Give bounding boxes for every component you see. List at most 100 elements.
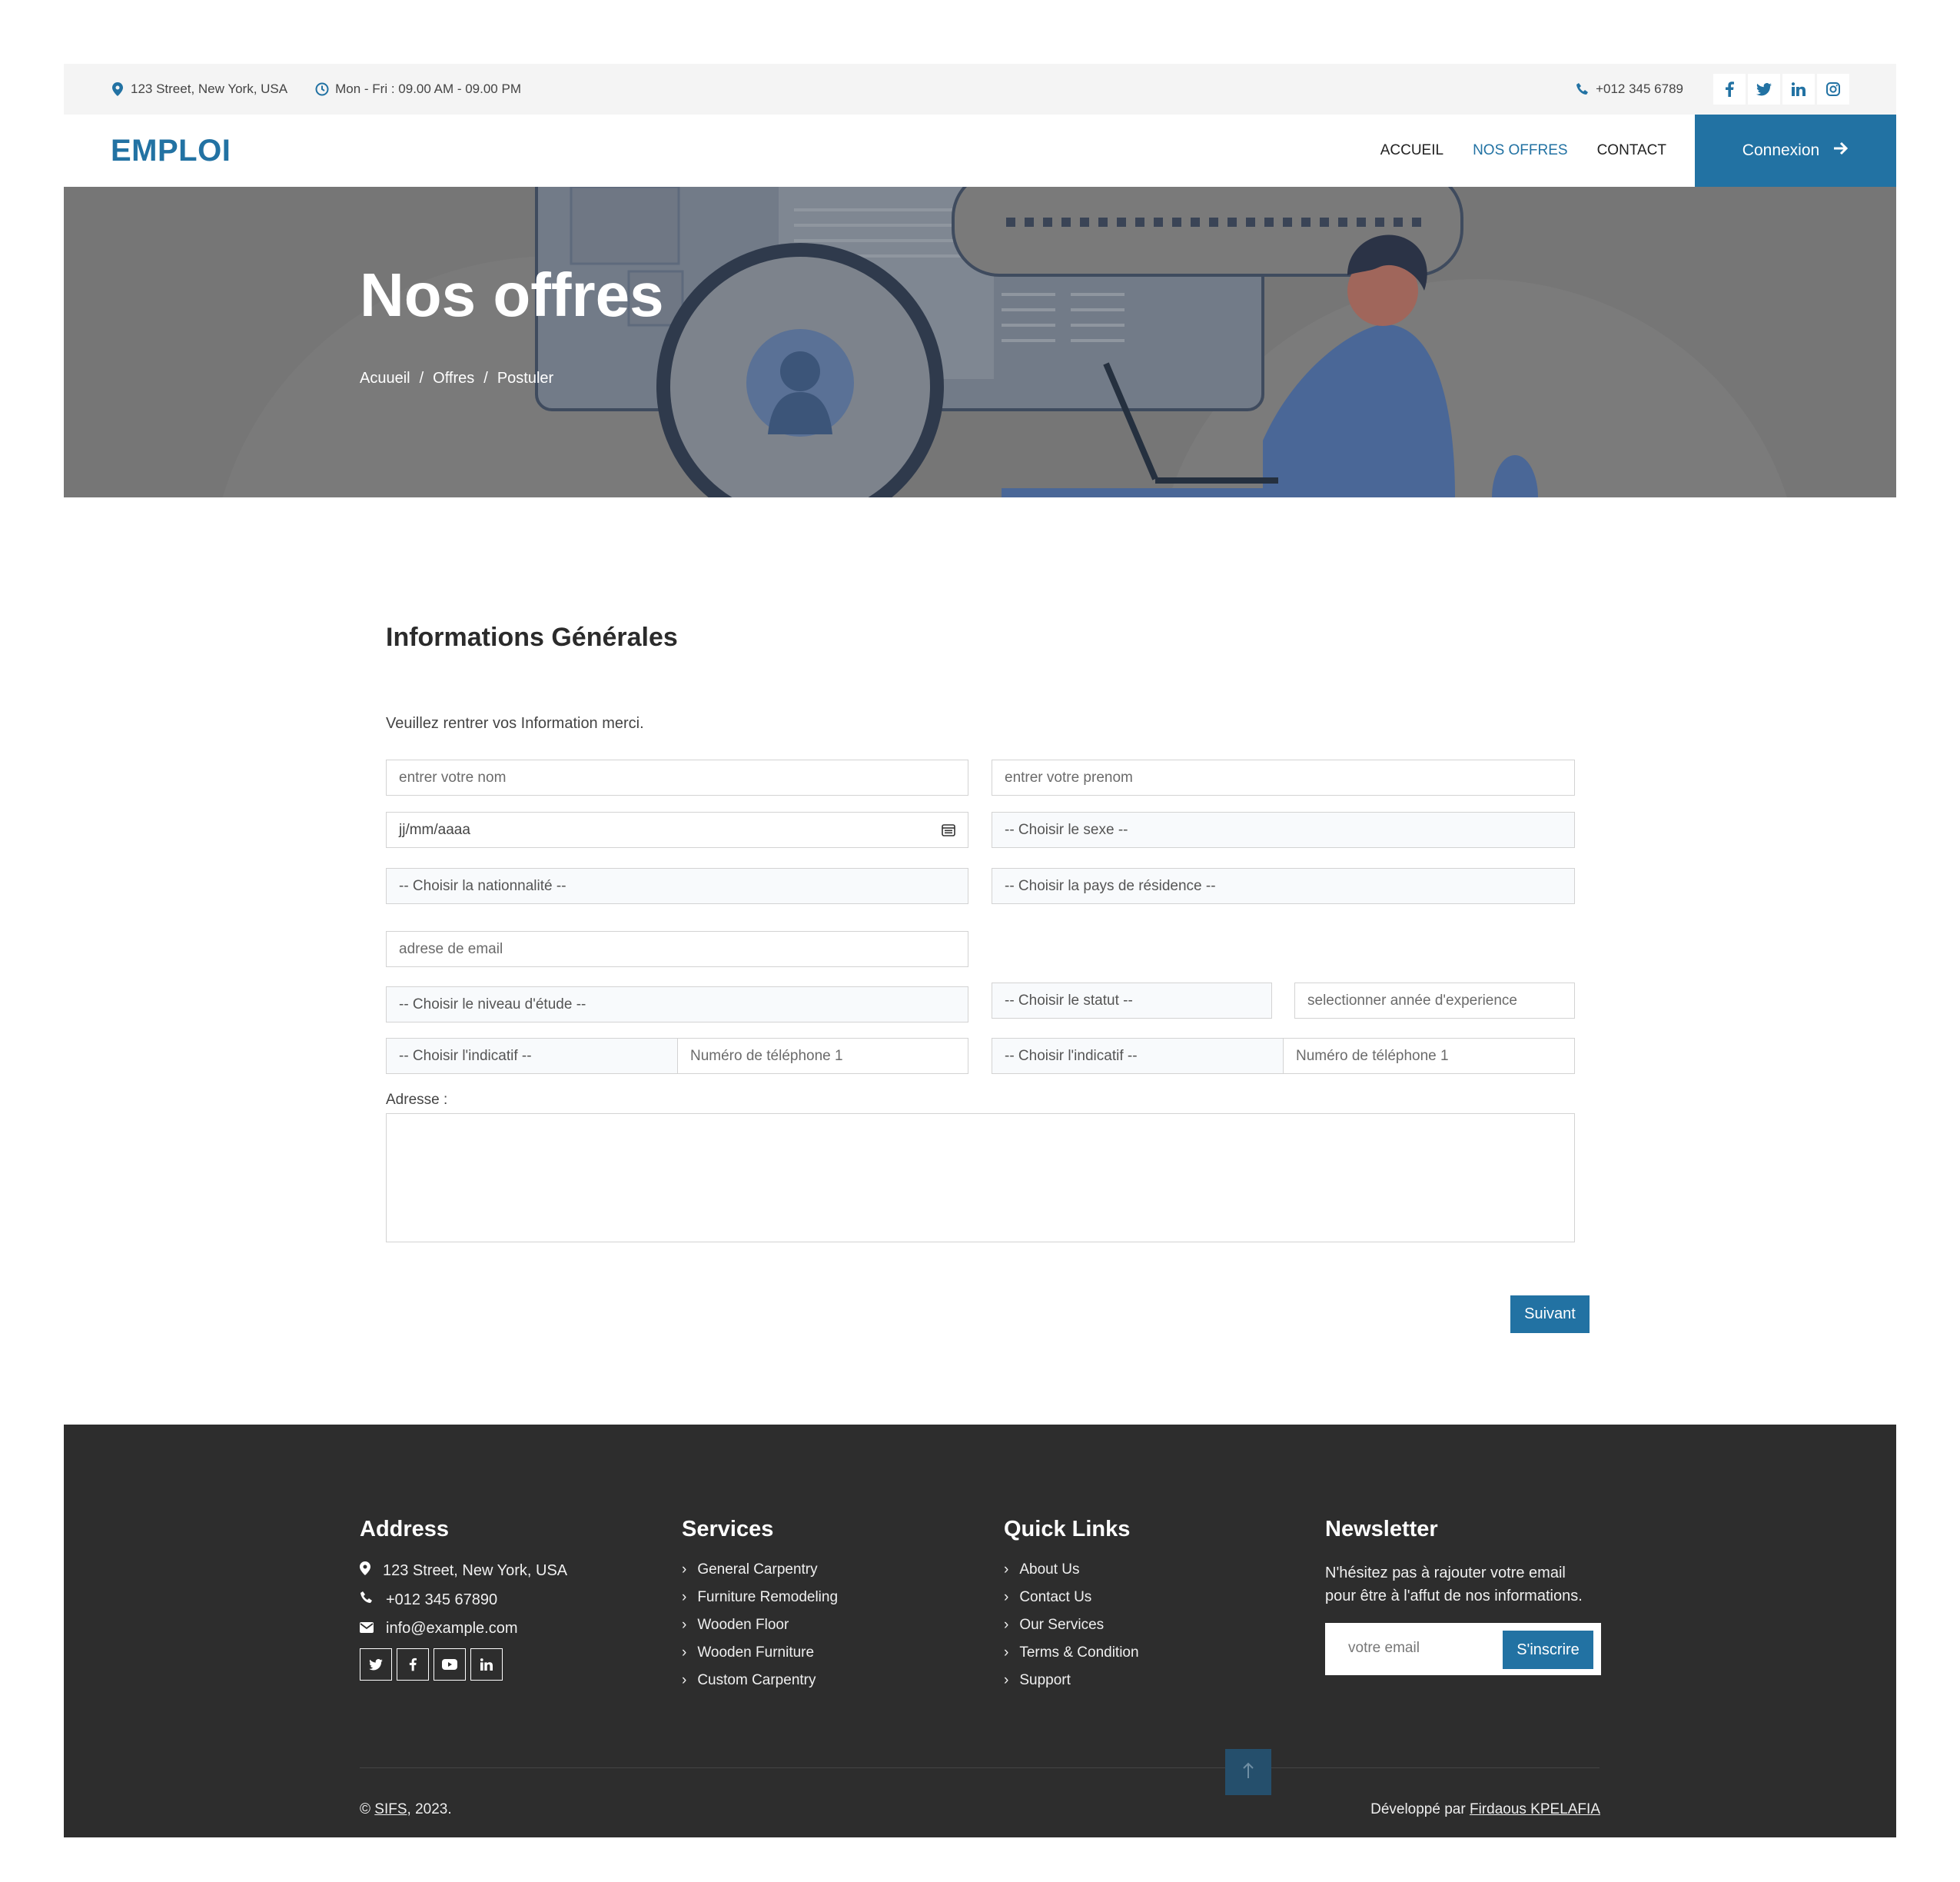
footer-quick-link[interactable]: › Support — [1004, 1672, 1139, 1689]
top-bar: 123 Street, New York, USA Mon - Fri : 09… — [64, 64, 1896, 115]
chevron-right-icon: › — [682, 1672, 687, 1688]
statut-select[interactable]: -- Choisir le statut -- — [992, 983, 1272, 1019]
copyright-year: , 2023. — [407, 1801, 452, 1817]
map-pin-icon — [360, 1561, 370, 1580]
indicatif-1-select[interactable]: -- Choisir l'indicatif -- — [386, 1038, 678, 1074]
footer-quick-link-label: About Us — [1019, 1561, 1080, 1578]
footer-service-link[interactable]: › Wooden Furniture — [682, 1644, 838, 1661]
footer-quick-link[interactable]: › About Us — [1004, 1561, 1139, 1578]
back-to-top-button[interactable] — [1225, 1749, 1271, 1795]
twitter-icon[interactable] — [360, 1648, 392, 1681]
chevron-right-icon: › — [682, 1589, 687, 1605]
newsletter-form: votre email S'inscrire — [1325, 1623, 1601, 1675]
footer-services-title: Services — [682, 1517, 774, 1541]
linkedin-icon[interactable] — [1782, 74, 1815, 105]
hero-title: Nos offres — [360, 261, 664, 329]
twitter-icon[interactable] — [1748, 74, 1780, 105]
footer-quick-links-title: Quick Links — [1004, 1517, 1131, 1541]
linkedin-icon[interactable] — [470, 1648, 503, 1681]
footer-quick-link-label: Contact Us — [1019, 1589, 1092, 1605]
arrow-up-icon — [1243, 1762, 1254, 1783]
top-phone-text: +012 345 6789 — [1596, 81, 1683, 96]
adresse-label: Adresse : — [386, 1092, 448, 1108]
instagram-icon[interactable] — [1817, 74, 1849, 105]
application-form: Informations Générales Veuillez rentrer … — [386, 623, 1590, 1333]
footer-service-label: Custom Carpentry — [697, 1672, 816, 1688]
nom-input[interactable]: entrer votre nom — [386, 760, 968, 796]
top-address-text: 123 Street, New York, USA — [131, 81, 288, 96]
sexe-select[interactable]: -- Choisir le sexe -- — [992, 812, 1575, 848]
date-naissance-input[interactable]: jj/mm/aaaa — [386, 812, 968, 848]
copyright-link[interactable]: SIFS — [374, 1801, 407, 1817]
arrow-right-icon — [1833, 141, 1849, 160]
indicatif-2-select[interactable]: -- Choisir l'indicatif -- — [992, 1038, 1284, 1074]
envelope-icon — [360, 1620, 374, 1638]
nav-link-nos-offres[interactable]: NOS OFFRES — [1473, 142, 1568, 159]
clock-icon — [315, 82, 329, 96]
copyright-symbol: © — [360, 1801, 370, 1817]
breadcrumb-separator: / — [483, 370, 488, 387]
copyright: © SIFS, 2023. — [360, 1801, 452, 1818]
page-frame: 123 Street, New York, USA Mon - Fri : 09… — [64, 64, 1896, 497]
chevron-right-icon: › — [1004, 1561, 1009, 1578]
newsletter-subscribe-button[interactable]: S'inscrire — [1503, 1631, 1593, 1669]
footer-divider — [360, 1767, 1600, 1768]
footer-quick-link[interactable]: › Contact Us — [1004, 1589, 1139, 1606]
experience-select[interactable]: selectionner année d'experience — [1294, 983, 1575, 1019]
footer-service-link[interactable]: › General Carpentry — [682, 1561, 838, 1578]
phone-icon — [360, 1591, 374, 1609]
telephone-1-input[interactable]: Numéro de téléphone 1 — [677, 1038, 968, 1074]
footer-email: info@example.com — [360, 1620, 567, 1638]
footer-newsletter-column: Newsletter N'hésitez pas à rajouter votr… — [1325, 1517, 1601, 1675]
prenom-input[interactable]: entrer votre prenom — [992, 760, 1575, 796]
developer-link[interactable]: Firdaous KPELAFIA — [1470, 1801, 1600, 1817]
main-navbar: EMPLOI ACCUEIL NOS OFFRES CONTACT Connex… — [64, 115, 1896, 187]
nav-links: ACCUEIL NOS OFFRES CONTACT — [1380, 142, 1666, 159]
top-hours-text: Mon - Fri : 09.00 AM - 09.00 PM — [335, 81, 521, 96]
top-hours: Mon - Fri : 09.00 AM - 09.00 PM — [315, 81, 521, 97]
pays-residence-select[interactable]: -- Choisir la pays de résidence -- — [992, 868, 1575, 904]
suivant-button[interactable]: Suivant — [1510, 1295, 1590, 1333]
footer: Address 123 Street, New York, USA +012 3… — [64, 1425, 1896, 1837]
footer-newsletter-title: Newsletter — [1325, 1517, 1438, 1541]
niveau-etude-select[interactable]: -- Choisir le niveau d'étude -- — [386, 986, 968, 1022]
footer-quick-link-label: Support — [1019, 1672, 1071, 1688]
footer-service-label: Wooden Floor — [697, 1617, 789, 1633]
calendar-icon[interactable] — [942, 823, 955, 841]
footer-email-text[interactable]: info@example.com — [386, 1620, 517, 1638]
breadcrumb: Acuueil / Offres / Postuler — [360, 370, 553, 387]
hero-illustration — [64, 187, 1896, 497]
footer-quick-link[interactable]: › Our Services — [1004, 1617, 1139, 1634]
footer-quick-link[interactable]: › Terms & Condition — [1004, 1644, 1139, 1661]
developer-credit: Développé par Firdaous KPELAFIA — [1370, 1801, 1600, 1818]
footer-quick-link-label: Our Services — [1019, 1617, 1105, 1633]
nationalite-select[interactable]: -- Choisir la nationnalité -- — [386, 868, 968, 904]
newsletter-email-input[interactable]: votre email — [1348, 1640, 1420, 1657]
footer-social — [360, 1648, 567, 1681]
footer-service-label: Furniture Remodeling — [697, 1589, 839, 1605]
breadcrumb-accueil[interactable]: Acuueil — [360, 370, 410, 387]
connexion-button[interactable]: Connexion — [1695, 115, 1896, 187]
nav-link-contact[interactable]: CONTACT — [1597, 142, 1666, 159]
footer-quick-links-column: Quick Links › About Us › Contact Us › Our S… — [1004, 1517, 1139, 1700]
footer-service-label: General Carpentry — [697, 1561, 818, 1578]
connexion-label: Connexion — [1742, 141, 1820, 159]
footer-phone: +012 345 67890 — [360, 1591, 567, 1609]
facebook-icon[interactable] — [397, 1648, 429, 1681]
breadcrumb-offres[interactable]: Offres — [433, 370, 474, 387]
adresse-textarea[interactable] — [386, 1113, 1575, 1242]
nav-link-accueil[interactable]: ACCUEIL — [1380, 142, 1443, 159]
footer-service-link[interactable]: › Wooden Floor — [682, 1617, 838, 1634]
footer-address-title: Address — [360, 1517, 450, 1541]
footer-address-column: Address 123 Street, New York, USA +012 3… — [360, 1517, 567, 1681]
facebook-icon[interactable] — [1713, 74, 1746, 105]
brand-logo[interactable]: EMPLOI — [111, 134, 231, 168]
footer-street-text: 123 Street, New York, USA — [383, 1561, 568, 1579]
email-input[interactable]: adrese de email — [386, 931, 968, 967]
youtube-icon[interactable] — [434, 1648, 466, 1681]
footer-service-link[interactable]: › Furniture Remodeling — [682, 1589, 838, 1606]
footer-service-link[interactable]: › Custom Carpentry — [682, 1672, 838, 1689]
telephone-2-input[interactable]: Numéro de téléphone 1 — [1283, 1038, 1575, 1074]
form-title: Informations Générales — [386, 623, 678, 652]
top-phone: +012 345 6789 — [1576, 81, 1683, 97]
